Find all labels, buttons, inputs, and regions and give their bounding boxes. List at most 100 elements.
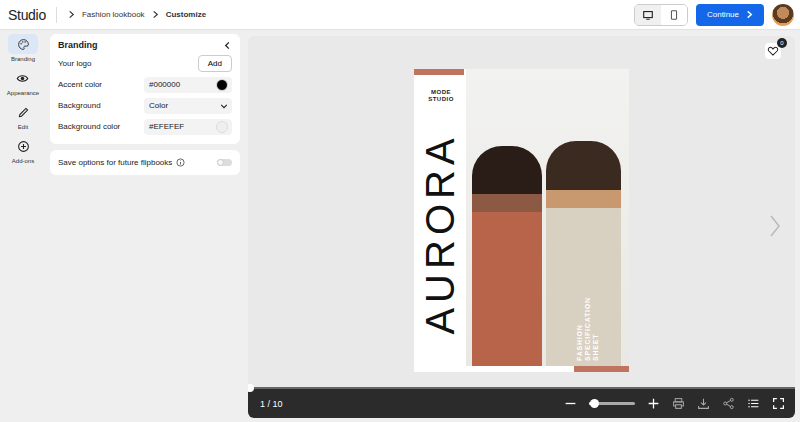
- flipbook-page: MODESTUDIO AURORA FASHIONSPECIFICATIONSHEE…: [414, 69, 629, 372]
- rail-icon-box: [8, 136, 38, 156]
- color-field[interactable]: #EFEFEF: [144, 119, 232, 135]
- setting-row: Background Color: [58, 95, 232, 116]
- settings-column: Branding Your logo Add Accent color #000000 B…: [46, 30, 240, 422]
- accent-bar: [574, 366, 629, 372]
- brand-line: MODE: [431, 89, 451, 96]
- panel-title: Branding: [58, 40, 98, 50]
- top-bar: Studio Fashion lookbook Customize Continue: [0, 0, 800, 30]
- branding-panel: Branding Your logo Add Accent color #000000 B…: [50, 34, 240, 144]
- select-field[interactable]: Color: [144, 98, 232, 114]
- rail-label: Appearance: [7, 90, 39, 96]
- color-swatch[interactable]: [216, 121, 228, 133]
- rail-icon-box: [8, 68, 38, 88]
- view-mode-button[interactable]: [661, 5, 687, 25]
- header-actions: Continue: [634, 4, 794, 26]
- page-counter: 1 / 10: [260, 399, 283, 409]
- color-value: #EFEFEF: [149, 122, 184, 131]
- color-field[interactable]: #000000: [144, 77, 232, 93]
- rail-icon-box: [8, 102, 38, 122]
- save-options-card: Save options for future flipbooks: [50, 150, 240, 175]
- subtitle-line: SPECIFICATION: [584, 297, 592, 361]
- info-icon[interactable]: [176, 158, 185, 167]
- plus-circle-icon: [17, 140, 30, 153]
- cover-photo: FASHIONSPECIFICATIONSHEET: [466, 69, 629, 366]
- setting-row: Accent color #000000: [58, 74, 232, 95]
- mobile-icon: [668, 9, 680, 21]
- share-icon[interactable]: [722, 397, 735, 410]
- subtitle-line: SHEET: [592, 334, 600, 361]
- favorites-count: 0: [777, 38, 787, 48]
- next-page-icon[interactable]: [769, 214, 781, 238]
- fullscreen-icon[interactable]: [772, 397, 785, 410]
- favorites-button[interactable]: 0: [765, 43, 781, 59]
- breadcrumb-bar: Studio Fashion lookbook Customize: [8, 7, 206, 23]
- brand-line: STUDIO: [428, 96, 454, 103]
- rail-item[interactable]: Edit: [8, 102, 38, 130]
- rail-label: Branding: [11, 56, 35, 62]
- heart-icon: [767, 45, 779, 57]
- page-brand: MODESTUDIO: [414, 89, 466, 103]
- save-options-label: Save options for future flipbooks: [58, 158, 172, 167]
- download-icon[interactable]: [697, 397, 710, 410]
- subtitle-line: FASHION: [576, 324, 584, 361]
- rail-icon-box: [8, 34, 38, 54]
- flipbook-viewer: MODESTUDIO AURORA FASHIONSPECIFICATIONSHEE…: [248, 36, 795, 418]
- chevron-right-icon: [151, 10, 160, 19]
- setting-label: Background: [58, 101, 101, 110]
- eye-icon: [16, 72, 29, 85]
- zoom-out-icon[interactable]: [564, 397, 577, 410]
- color-swatch[interactable]: [216, 79, 228, 91]
- desktop-icon: [642, 9, 654, 21]
- model-figure: [472, 146, 542, 366]
- select-value: Color: [149, 101, 168, 110]
- rail-label: Edit: [18, 124, 28, 130]
- zoom-handle[interactable]: [590, 399, 599, 408]
- rail-label: Add-ons: [12, 158, 34, 164]
- page-subtitle: FASHIONSPECIFICATIONSHEET: [576, 291, 600, 361]
- add-logo-button[interactable]: Add: [198, 55, 232, 72]
- chevron-left-icon[interactable]: [223, 41, 232, 50]
- save-options-toggle[interactable]: [217, 159, 232, 166]
- breadcrumb[interactable]: Customize: [166, 10, 206, 19]
- setting-label: Accent color: [58, 80, 102, 89]
- zoom-in-icon[interactable]: [647, 397, 660, 410]
- logo[interactable]: Studio: [8, 7, 46, 23]
- page-text-column: MODESTUDIO AURORA: [414, 69, 466, 372]
- zoom-slider[interactable]: [589, 402, 635, 405]
- setting-label: Your logo: [58, 59, 92, 68]
- palette-icon: [17, 38, 30, 51]
- page-title: AURORA: [418, 133, 463, 334]
- chevron-down-icon: [220, 102, 228, 110]
- chevron-right-icon: [745, 10, 754, 19]
- print-icon[interactable]: [672, 397, 685, 410]
- side-rail: Branding Appearance Edit Add-ons: [0, 30, 46, 422]
- workspace: Branding Appearance Edit Add-ons Branding You…: [0, 30, 800, 422]
- rail-item[interactable]: Branding: [8, 34, 38, 62]
- list-icon[interactable]: [747, 397, 760, 410]
- view-mode-button[interactable]: [635, 5, 661, 25]
- app: Studio Fashion lookbook Customize Continue B…: [0, 0, 800, 422]
- toolbar-actions: [564, 397, 785, 410]
- progress-handle[interactable]: [248, 384, 254, 392]
- accent-bar: [414, 69, 464, 75]
- rail-item[interactable]: Add-ons: [8, 136, 38, 164]
- rail-item[interactable]: Appearance: [7, 68, 39, 96]
- viewer-toolbar: 1 / 10: [248, 387, 795, 418]
- model-figure: [546, 141, 621, 366]
- page-photo-column: FASHIONSPECIFICATIONSHEET: [466, 69, 629, 372]
- setting-row: Your logo Add: [58, 53, 232, 74]
- page-bottom-strip: [466, 366, 629, 372]
- continue-button[interactable]: Continue: [696, 4, 764, 26]
- toggle-knob: [217, 159, 224, 166]
- page-progress[interactable]: [248, 387, 795, 389]
- page-stage: MODESTUDIO AURORA FASHIONSPECIFICATIONSHEE…: [248, 36, 795, 387]
- avatar[interactable]: [772, 4, 794, 26]
- color-value: #000000: [149, 80, 180, 89]
- setting-row: Background color #EFEFEF: [58, 116, 232, 137]
- toolbar-row: 1 / 10: [248, 389, 795, 418]
- chevron-right-icon: [67, 10, 76, 19]
- pencil-icon: [17, 106, 30, 119]
- page-title-box: AURORA: [414, 109, 466, 358]
- setting-label: Background color: [58, 122, 120, 131]
- breadcrumb[interactable]: Fashion lookbook: [82, 10, 145, 19]
